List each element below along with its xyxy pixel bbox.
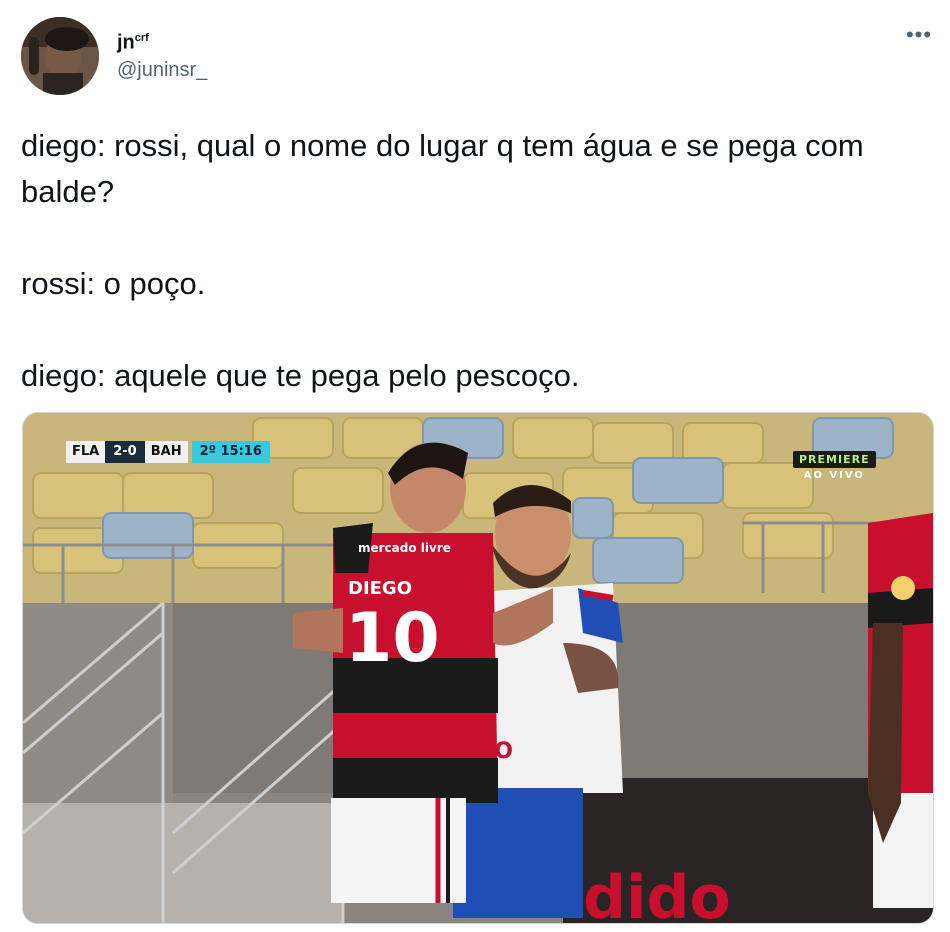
match-period: 2º [199, 444, 216, 459]
jersey-name: DIEGO [348, 578, 413, 599]
tweet-line: diego: rossi, qual o nome do lugar q tem… [21, 128, 864, 209]
avatar-photo-icon [21, 17, 99, 95]
tweet-media-image[interactable]: dido IGO [22, 412, 934, 924]
svg-text:dido: dido [583, 863, 731, 923]
broadcaster-logo: PREMIERE AO VIVO [793, 451, 876, 481]
away-team: BAH [144, 441, 188, 463]
display-name-text: jn [117, 31, 135, 54]
match-clock: 2º 15:16 [191, 441, 270, 463]
scoreboard-overlay: FLA 2-0 BAH 2º 15:16 [66, 441, 270, 463]
match-time: 15:16 [220, 444, 262, 459]
match-photo: dido IGO [23, 413, 933, 923]
tweet-line: diego: aquele que te pega pelo pescoço. [21, 358, 580, 393]
display-name[interactable]: jncrf [117, 26, 149, 55]
broadcaster-brand: PREMIERE [793, 451, 876, 468]
live-indicator: AO VIVO [803, 470, 865, 481]
tweet-text: diego: rossi, qual o nome do lugar q tem… [21, 123, 936, 399]
avatar[interactable] [21, 17, 99, 95]
jersey-number: 10 [345, 599, 440, 678]
home-team: FLA [66, 441, 106, 463]
user-handle[interactable]: @juninsr_ [117, 58, 207, 82]
display-name-sup: crf [134, 32, 149, 44]
tweet-line: rossi: o poço. [21, 266, 206, 301]
jersey-sponsor: mercado livre [358, 541, 451, 555]
more-options-button[interactable]: ••• [902, 24, 936, 50]
match-score: 2-0 [105, 441, 145, 463]
